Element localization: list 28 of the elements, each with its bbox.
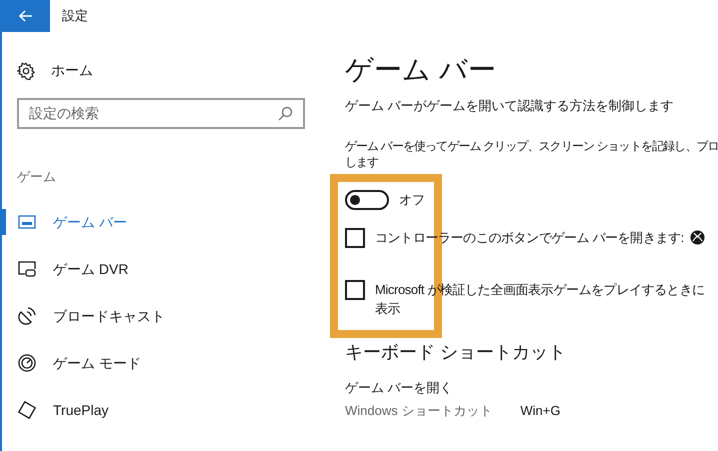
toggle-switch[interactable] <box>345 190 389 210</box>
window-title: 設定 <box>62 7 88 26</box>
search-input[interactable]: 設定の検索 <box>29 103 277 124</box>
settings-icon <box>17 62 35 80</box>
page-subtitle: ゲーム バーがゲームを開いて認識する方法を制御します <box>345 97 674 115</box>
back-arrow-icon <box>18 8 34 24</box>
section-heading: キーボード ショートカット <box>345 340 566 364</box>
shortcut-keys: Win+G <box>520 401 560 420</box>
gauge-icon <box>17 353 37 373</box>
search-field[interactable]: 設定の検索 <box>17 98 305 129</box>
shortcut-label: Windows ショートカット <box>345 402 492 420</box>
checkbox[interactable] <box>345 228 365 248</box>
shortcut-name: ゲーム バーを開く <box>345 378 453 396</box>
satellite-dish-icon <box>17 306 37 326</box>
screen-controller-icon <box>17 259 37 279</box>
search-icon <box>277 106 293 122</box>
home-link[interactable]: ホーム <box>17 60 93 81</box>
checkbox[interactable] <box>345 280 365 300</box>
nav-item[interactable]: TruePlay <box>2 386 330 434</box>
page-title: ゲーム バー <box>345 53 496 87</box>
toggle-label: オフ <box>399 190 425 209</box>
back-button[interactable] <box>2 0 50 32</box>
nav-item[interactable]: ブロードキャスト <box>2 292 330 340</box>
nav-item[interactable]: ゲーム DVR <box>2 246 330 292</box>
description-text: ゲーム バーを使ってゲーム クリップ、スクリーン ショットを記録し、ブロ します <box>345 138 718 170</box>
nav-item[interactable]: ゲーム モード <box>2 340 330 386</box>
nav-item[interactable]: ゲーム バー <box>2 198 330 246</box>
section-heading: ゲーム <box>17 168 56 186</box>
